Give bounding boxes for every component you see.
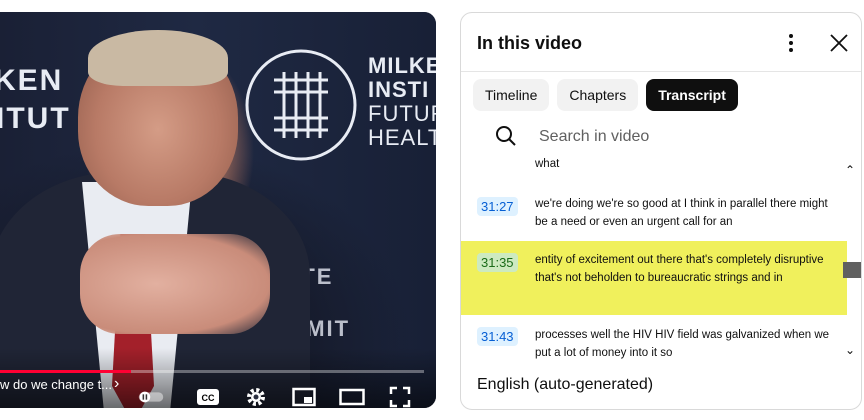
autoplay-toggle-icon[interactable] <box>138 384 164 408</box>
speaker-hands <box>80 234 270 334</box>
segment-text: entity of excitement out there that's co… <box>535 254 824 284</box>
header-divider <box>461 71 861 72</box>
captions-label: CC <box>202 393 215 403</box>
tab-timeline[interactable]: Timeline <box>473 79 550 111</box>
segment-timestamp[interactable]: 31:27 <box>477 197 518 216</box>
close-icon[interactable] <box>825 29 853 57</box>
transcript-partial-line: what <box>535 158 560 170</box>
milken-logo <box>245 49 357 161</box>
scroll-up-icon[interactable]: ⌃ <box>845 163 855 177</box>
miniplayer-icon[interactable] <box>291 384 317 408</box>
search-icon <box>496 126 516 146</box>
captions-button[interactable]: CC <box>195 384 221 408</box>
segment-text: we're doing we're so good at I think in … <box>535 198 828 228</box>
backdrop-text-right: MILKE INSTI FUTURE HEALTH <box>368 54 436 150</box>
segment-text: processes well the HIV HIV field was gal… <box>535 329 830 359</box>
chapter-title[interactable]: w do we change t... <box>0 377 112 392</box>
theater-mode-icon[interactable] <box>339 384 365 408</box>
chevron-right-icon[interactable]: › <box>114 375 119 393</box>
scroll-down-icon[interactable]: ⌄ <box>845 343 855 357</box>
backdrop-text-left-bottom: ITUT <box>0 102 71 135</box>
panel-title: In this video <box>477 33 583 53</box>
search-in-video-input[interactable] <box>537 123 781 151</box>
video-player[interactable]: KEN ITUT MILKE INSTI FUTURE HEALTH EN TU… <box>0 12 436 408</box>
progress-bar-played <box>0 370 132 373</box>
transcript-segment[interactable]: 31:27 we're doing we're so good at I thi… <box>461 189 847 241</box>
backdrop-line: MILKE <box>368 53 436 78</box>
in-this-video-panel: In this video Timeline Chapters Transcri… <box>460 12 862 410</box>
panel-tabs: Timeline Chapters Transcript <box>473 79 738 111</box>
gear-icon[interactable] <box>243 384 269 408</box>
backdrop-line: FUTURE <box>368 101 436 126</box>
progress-bar[interactable] <box>0 370 424 373</box>
tab-transcript[interactable]: Transcript <box>646 79 738 111</box>
segment-timestamp[interactable]: 31:43 <box>477 327 518 346</box>
transcript-segment[interactable]: 31:43 processes well the HIV HIV field w… <box>461 321 847 367</box>
backdrop-line: HEALTH <box>368 125 436 150</box>
backdrop-line: INSTI <box>368 77 430 102</box>
transcript-segment-active[interactable]: 31:35 entity of excitement out there tha… <box>461 241 847 315</box>
page-scrollbar-thumb[interactable] <box>843 262 861 278</box>
more-options-icon[interactable] <box>777 29 805 57</box>
fullscreen-icon[interactable] <box>387 384 413 408</box>
backdrop-text-left-top: KEN <box>0 64 64 97</box>
speaker-hair <box>88 30 228 86</box>
tab-chapters[interactable]: Chapters <box>557 79 639 111</box>
segment-timestamp[interactable]: 31:35 <box>477 253 518 272</box>
transcript-language[interactable]: English (auto-generated) <box>477 376 653 394</box>
